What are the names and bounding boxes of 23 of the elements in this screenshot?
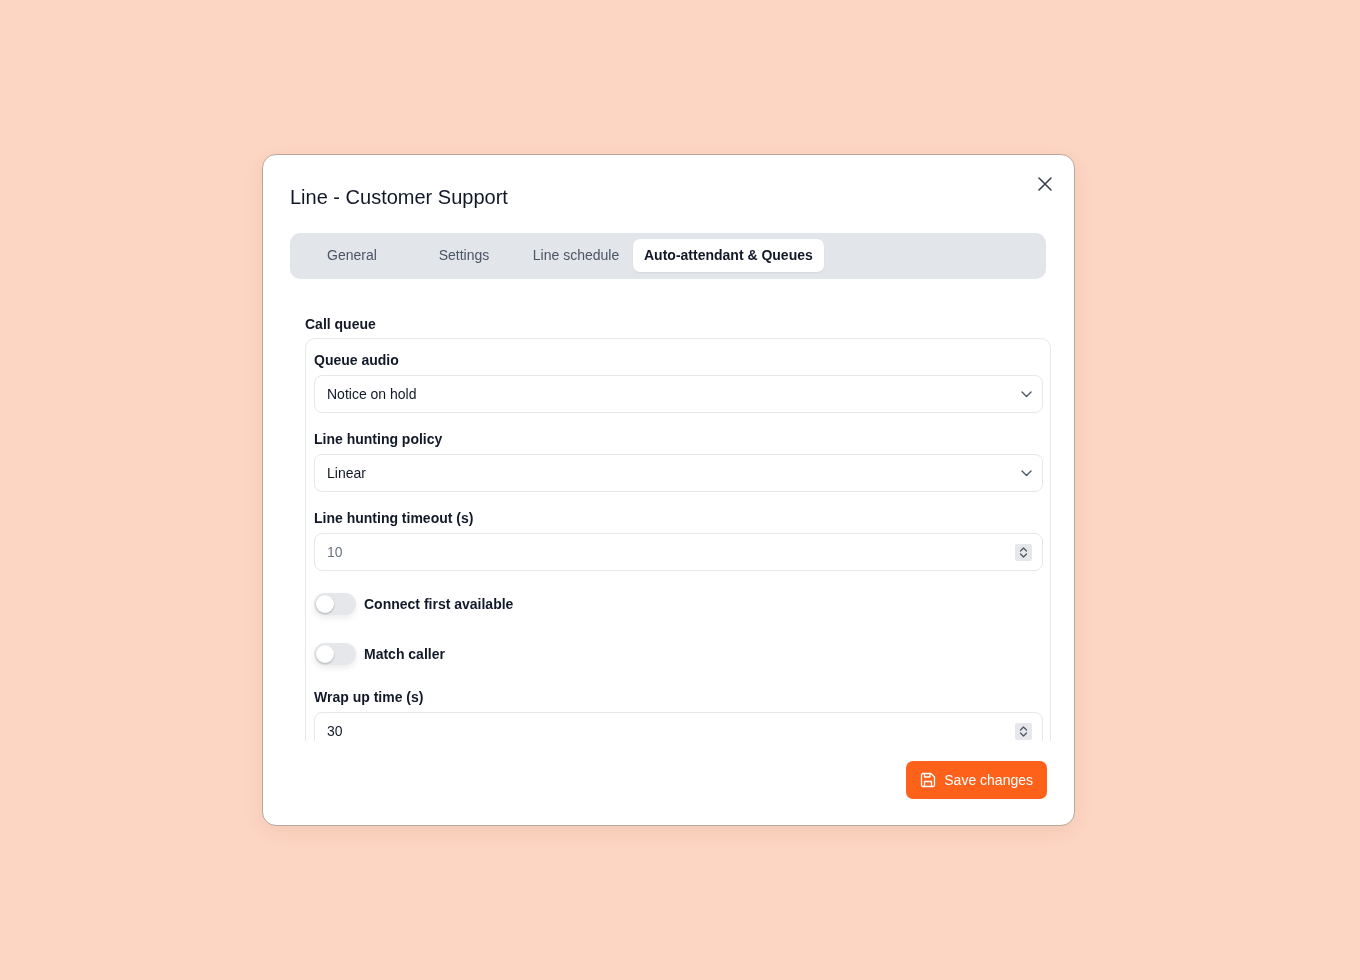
section-title: Call queue xyxy=(305,316,376,332)
tab[interactable]: Auto-attendant & Queues xyxy=(633,239,824,272)
spinner-icon xyxy=(1015,723,1032,740)
spinner-icon xyxy=(1015,544,1032,561)
field-label: Line hunting timeout (s) xyxy=(314,510,474,526)
toggle-label: Match caller xyxy=(364,644,445,664)
toggle-label: Connect first available xyxy=(364,594,514,614)
toggle-switch[interactable] xyxy=(314,643,356,665)
chevron-down-icon xyxy=(1021,469,1032,477)
dropdown[interactable]: Linear xyxy=(314,454,1043,492)
number-input[interactable]: 10 xyxy=(314,533,1043,571)
dialog-title: Line - Customer Support xyxy=(290,185,508,210)
tab[interactable]: Line schedule xyxy=(521,239,631,272)
number-input[interactable]: 30 xyxy=(314,712,1043,741)
dropdown[interactable]: Notice on hold xyxy=(314,375,1043,413)
toggle-switch[interactable] xyxy=(314,593,356,615)
field-label: Wrap up time (s) xyxy=(314,689,424,705)
chevron-down-icon xyxy=(1021,390,1032,398)
tab[interactable]: Settings xyxy=(409,239,519,272)
field-label: Line hunting policy xyxy=(314,431,443,447)
field-label: Queue audio xyxy=(314,352,399,368)
close-icon xyxy=(1038,177,1052,191)
tab[interactable]: General xyxy=(297,239,407,272)
